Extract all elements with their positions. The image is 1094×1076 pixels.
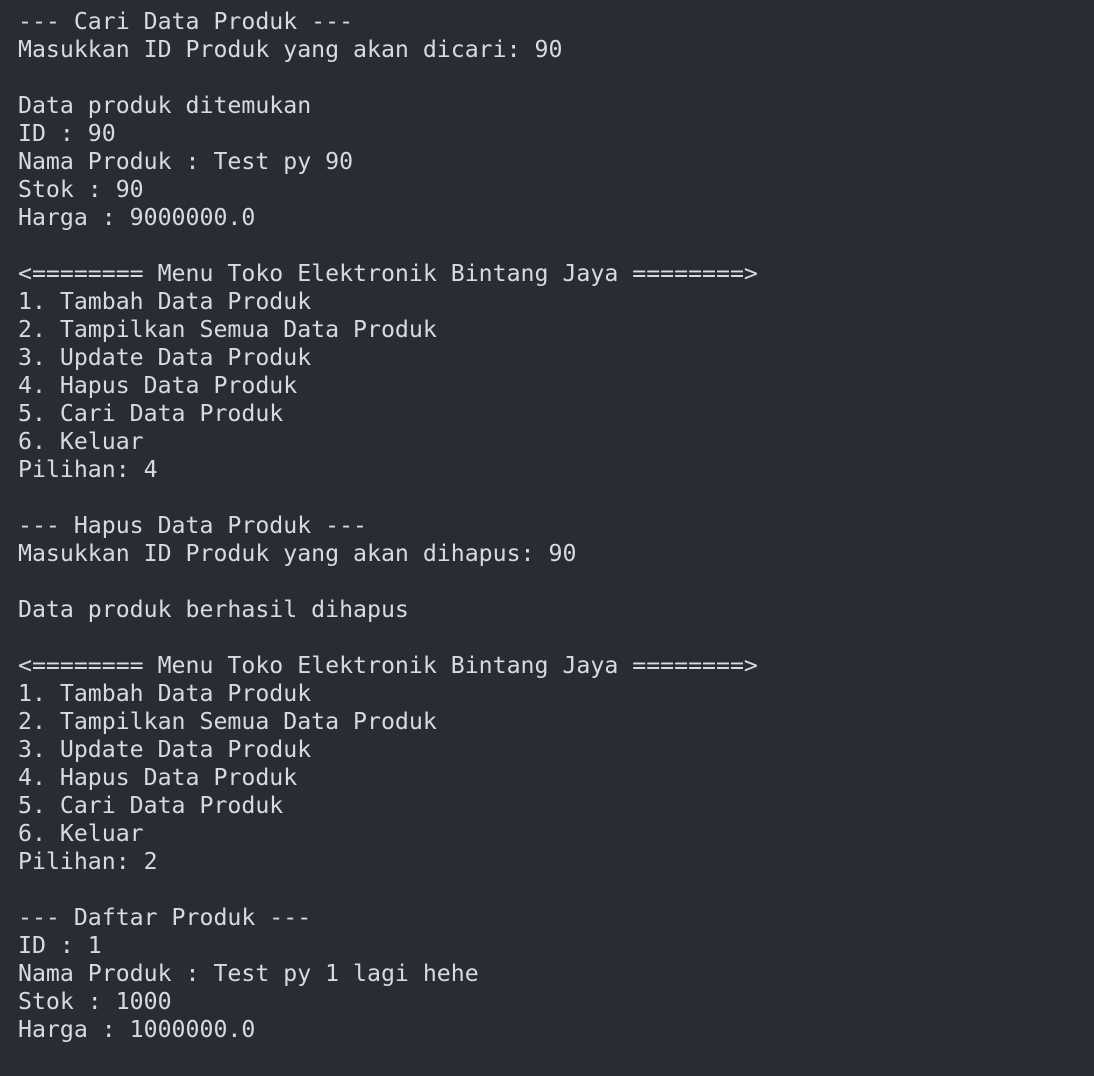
menu-title: <======== Menu Toko Elektronik Bintang J… <box>18 652 758 679</box>
menu-choice-input: Pilihan: 2 <box>18 848 158 875</box>
menu-item-hapus: 4. Hapus Data Produk <box>18 764 298 791</box>
product-name: Nama Produk : Test py 1 lagi hehe <box>18 960 479 987</box>
status-deleted: Data produk berhasil dihapus <box>18 596 409 623</box>
product-id: ID : 90 <box>18 120 116 147</box>
menu-item-tambah: 1. Tambah Data Produk <box>18 288 312 315</box>
menu-item-cari: 5. Cari Data Produk <box>18 400 284 427</box>
menu-item-hapus: 4. Hapus Data Produk <box>18 372 298 399</box>
product-price: Harga : 9000000.0 <box>18 204 256 231</box>
section-header-daftar: --- Daftar Produk --- <box>18 904 312 931</box>
menu-item-tambah: 1. Tambah Data Produk <box>18 680 312 707</box>
section-header-cari: --- Cari Data Produk --- <box>18 8 354 35</box>
product-stock: Stok : 1000 <box>18 988 172 1015</box>
menu-item-keluar: 6. Keluar <box>18 820 144 847</box>
menu-item-cari: 5. Cari Data Produk <box>18 792 284 819</box>
menu-title: <======== Menu Toko Elektronik Bintang J… <box>18 260 758 287</box>
menu-choice-input: Pilihan: 4 <box>18 456 158 483</box>
product-stock: Stok : 90 <box>18 176 144 203</box>
menu-item-keluar: 6. Keluar <box>18 428 144 455</box>
product-price: Harga : 1000000.0 <box>18 1016 256 1043</box>
menu-item-update: 3. Update Data Produk <box>18 736 312 763</box>
prompt-search-id: Masukkan ID Produk yang akan dicari: 90 <box>18 36 563 63</box>
status-found: Data produk ditemukan <box>18 92 312 119</box>
menu-item-tampilkan: 2. Tampilkan Semua Data Produk <box>18 708 437 735</box>
section-header-hapus: --- Hapus Data Produk --- <box>18 512 368 539</box>
product-name: Nama Produk : Test py 90 <box>18 148 354 175</box>
menu-item-tampilkan: 2. Tampilkan Semua Data Produk <box>18 316 437 343</box>
menu-item-update: 3. Update Data Produk <box>18 344 312 371</box>
prompt-delete-id: Masukkan ID Produk yang akan dihapus: 90 <box>18 540 577 567</box>
product-id: ID : 1 <box>18 932 102 959</box>
terminal-output: --- Cari Data Produk --- Masukkan ID Pro… <box>0 0 1094 1076</box>
